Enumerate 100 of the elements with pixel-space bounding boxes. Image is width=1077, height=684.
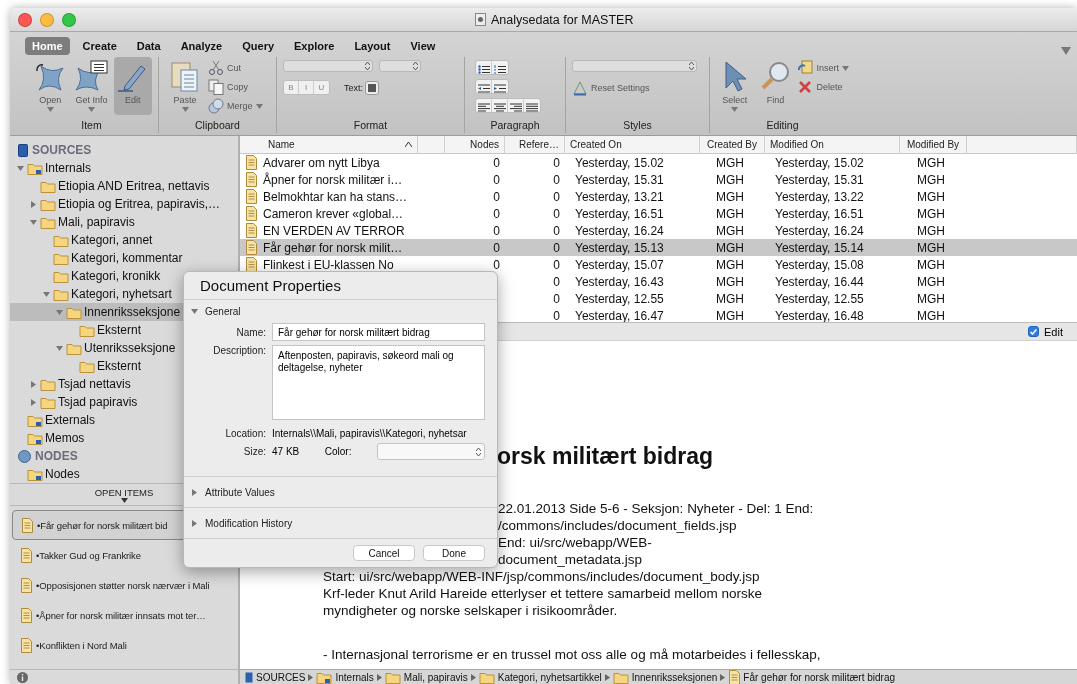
name-field[interactable]: Får gehør for norsk militært bidrag	[272, 323, 485, 341]
folder-icon	[40, 395, 56, 409]
close-button[interactable]	[18, 12, 32, 27]
toolbar-button[interactable]: Delete	[797, 79, 849, 95]
tree-item[interactable]: Nodes	[10, 465, 238, 483]
tree-item[interactable]: Kategori, annet	[10, 231, 238, 249]
description-field[interactable]: Aftenposten, papiravis, søkeord mali og deltagelse, nyheter	[272, 345, 485, 420]
table-row[interactable]: Belmokhtar kan ha stans… 0 0 Yesterday, 13.21 MGH Yesterday, 13.22 MGH	[240, 188, 1077, 205]
bullet-list-button[interactable]	[476, 61, 492, 74]
field-label: Size:	[242, 446, 266, 457]
toolbar-button[interactable]: Find	[756, 57, 795, 115]
tree-item[interactable]: Internals	[10, 159, 238, 177]
table-row[interactable]: Får gehør for norsk milit… 0 0 Yesterday, 15.13 MGH Yesterday, 15.14 MGH	[240, 239, 1077, 256]
ribbon-tab[interactable]: Home	[25, 37, 70, 55]
breadcrumb-item[interactable]: Kategori, nyhetsartikkel	[478, 670, 602, 684]
outdent-button[interactable]	[476, 80, 492, 93]
toolbar-button[interactable]: Paste	[165, 57, 205, 115]
tree-item[interactable]: Etiopia AND Eritrea, nettavis	[10, 177, 238, 195]
tree-item[interactable]: Tsjad papiravis	[10, 393, 238, 411]
align-left-button[interactable]	[476, 99, 492, 112]
tree-item[interactable]: Mali, papiravis	[10, 213, 238, 231]
table-row[interactable]: Advarer om nytt Libya 0 0 Yesterday, 15.02 MGH Yesterday, 15.02 MGH	[240, 154, 1077, 171]
ribbon-tab[interactable]: Data	[129, 37, 168, 55]
ribbon-tab[interactable]: Create	[75, 37, 124, 55]
table-cell-text: MGH	[715, 290, 745, 307]
group-label: Styles	[622, 118, 653, 133]
open-item[interactable]: •Takker Gud og Frankrike	[12, 540, 236, 570]
folder-icon	[79, 359, 95, 373]
ribbon-tab[interactable]: View	[403, 37, 443, 55]
document-text: - Internasjonal terrorisme er en trussel mot oss alle og må motarbeides i fellesskap,	[323, 646, 821, 663]
folder-icon	[27, 413, 43, 427]
tree-item[interactable]: Kategori, kommentar	[10, 249, 238, 267]
open-item[interactable]: •Konflikten i Nord Mali	[12, 630, 236, 660]
ribbon-tab[interactable]: Layout	[347, 37, 398, 55]
document-heading: orsk militært bidrag	[497, 443, 714, 470]
table-cell: Yesterday, 13.21	[575, 189, 664, 204]
ribbon-tab[interactable]: Query	[235, 37, 282, 55]
group-label: Editing	[765, 118, 800, 133]
column-header[interactable]: Nodes	[445, 136, 505, 154]
table-row[interactable]: Cameron krever «global… 0 0 Yesterday, 16.51 MGH Yesterday, 16.51 MGH	[240, 205, 1077, 222]
color-select[interactable]	[377, 443, 485, 460]
toolbar-button[interactable]: Reset Settings	[572, 80, 697, 96]
tree-item[interactable]: Eksternt	[10, 321, 238, 339]
zoom-button[interactable]	[62, 12, 76, 27]
toolbar-button[interactable]: Cut	[208, 60, 263, 76]
tree-item[interactable]: Eksternt	[10, 357, 238, 375]
open-item[interactable]: •Åpner for norsk militær innsats mot ter…	[12, 600, 236, 630]
column-header[interactable]: Name	[240, 136, 418, 154]
breadcrumb-item[interactable]: Får gehør for norsk militært bidrag	[728, 669, 895, 684]
column-header[interactable]: Refere…	[505, 136, 565, 154]
ribbon-tab[interactable]: Explore	[287, 37, 342, 55]
table-cell: Cameron krever «global…	[263, 206, 404, 221]
column-header[interactable]: Created On	[565, 136, 700, 154]
tree-item[interactable]: Etiopia og Eritrea, papiravis,…	[10, 195, 238, 213]
toolbar-button[interactable]: Merge	[208, 98, 263, 114]
align-center-button[interactable]	[492, 99, 508, 112]
table-row[interactable]: Flinkest i EU-klassen No 0 0 Yesterday, 15.07 MGH Yesterday, 15.08 MGH	[240, 256, 1077, 273]
toolbar-button[interactable]: Copy	[208, 79, 263, 95]
text-color-button[interactable]	[365, 80, 379, 95]
tree-item[interactable]: Externals	[10, 411, 238, 429]
table-cell: Yesterday, 15.13	[575, 240, 664, 255]
table-row[interactable]: EN VERDEN AV TERROR 0 0 Yesterday, 16.24 MGH Yesterday, 16.24 MGH	[240, 222, 1077, 239]
column-header[interactable]: Created By	[700, 136, 765, 154]
checkbox[interactable]	[1028, 326, 1040, 337]
group-label: Format	[352, 118, 389, 133]
table-cell-text: MGH	[715, 307, 745, 322]
table-cell: EN VERDEN AV TERROR	[263, 223, 405, 238]
table-cell: Yesterday, 15.08	[775, 257, 864, 272]
toolbar-button[interactable]: Get Info	[72, 57, 111, 115]
column-header[interactable]: Modified By	[900, 136, 967, 154]
table-cell-text: 0	[552, 171, 561, 188]
table-cell-text: 0	[552, 239, 561, 256]
folder-icon	[27, 467, 43, 481]
dialog-button[interactable]: Cancel	[353, 545, 415, 561]
open-item[interactable]: •Opposisjonen støtter norsk nærvær i Mali	[12, 570, 236, 600]
section-toggle[interactable]: Attribute Values	[184, 481, 281, 503]
section-header: NODES	[35, 449, 78, 463]
align-right-button[interactable]	[508, 99, 524, 112]
ribbon-tab[interactable]: Analyze	[173, 37, 230, 55]
align-right-icon	[510, 103, 522, 112]
breadcrumb-item[interactable]: Innenriksseksjonen	[612, 670, 718, 684]
folder-icon	[40, 197, 56, 211]
table-cell-text: 0	[552, 290, 561, 307]
breadcrumb-item[interactable]: SOURCES	[245, 671, 306, 683]
toolbar-button[interactable]: Insert	[797, 60, 849, 76]
breadcrumb-item[interactable]: Internals	[316, 670, 374, 684]
table-cell-text: 0	[492, 256, 501, 273]
document-icon	[245, 206, 257, 221]
table-cell-text: 0	[552, 222, 561, 239]
column-header[interactable]: Modified On	[765, 136, 900, 154]
folder-icon	[316, 670, 333, 684]
table-cell-text: MGH	[715, 171, 745, 188]
toolbar-button[interactable]: Select	[716, 57, 754, 115]
breadcrumb-item[interactable]: Mali, papiravis	[384, 670, 468, 684]
checkmark-icon	[1030, 328, 1038, 335]
toolbar-button[interactable]: Open	[31, 57, 70, 115]
table-row[interactable]: Åpner for norsk militær i… 0 0 Yesterday, 15.31 MGH Yesterday, 15.31 MGH	[240, 171, 1077, 188]
folder-icon	[53, 251, 69, 265]
dialog-button[interactable]: Done	[423, 545, 485, 561]
tree-item[interactable]: Tsjad nettavis	[10, 375, 238, 393]
